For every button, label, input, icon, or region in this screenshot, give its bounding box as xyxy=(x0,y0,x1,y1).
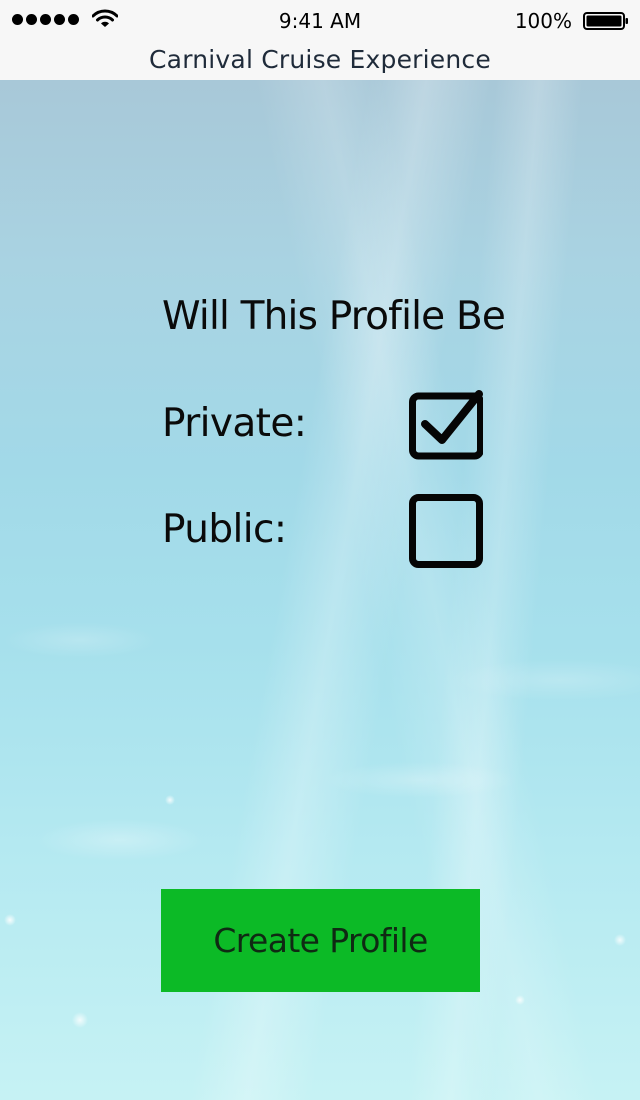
checkmark-icon xyxy=(421,390,483,444)
private-label: Private: xyxy=(162,401,307,446)
create-profile-button[interactable]: Create Profile xyxy=(161,889,480,992)
public-label: Public: xyxy=(162,507,287,552)
battery-icon xyxy=(583,12,628,30)
navigation-bar: Carnival Cruise Experience xyxy=(0,42,640,80)
water-background: Will This Profile Be Private: Public: Cr… xyxy=(0,80,640,1100)
page-title: Carnival Cruise Experience xyxy=(149,45,491,74)
status-bar: 9:41 AM 100% xyxy=(0,0,640,42)
public-checkbox[interactable] xyxy=(409,494,483,568)
visibility-question: Will This Profile Be xyxy=(162,294,506,339)
private-checkbox[interactable] xyxy=(409,386,483,460)
battery-percentage: 100% xyxy=(514,9,572,33)
